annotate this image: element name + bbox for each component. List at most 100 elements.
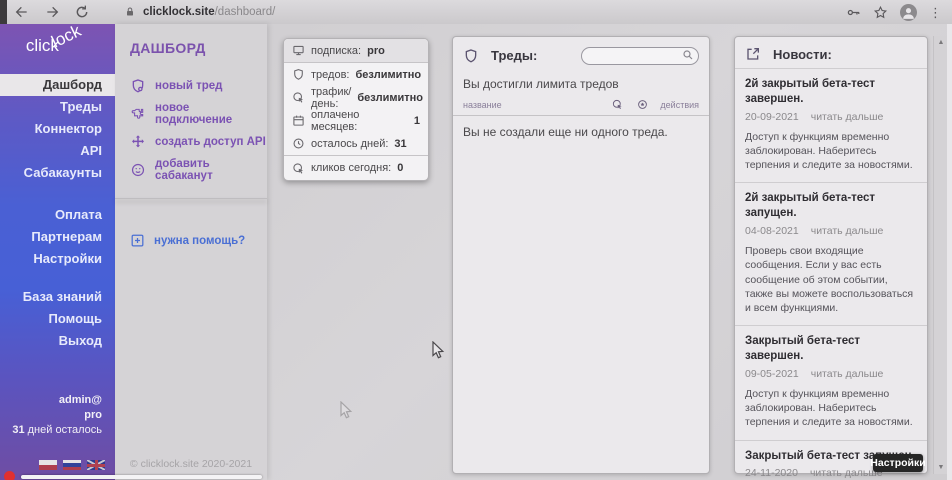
bookmark-star-icon[interactable]	[873, 5, 888, 20]
status-column-icon	[637, 99, 648, 110]
column-name-label: название	[463, 100, 502, 110]
paid-months-value: 1	[414, 115, 420, 127]
external-link-icon	[745, 46, 761, 62]
subscription-label: подписка:	[311, 45, 361, 57]
flag-uk-icon[interactable]	[87, 460, 105, 470]
browser-menu-icon[interactable]: ⋮	[929, 6, 942, 19]
news-item-body: Доступ к функциям временно заблокирован.…	[745, 130, 917, 173]
calendar-icon	[292, 114, 305, 127]
mouse-cursor-ghost	[340, 401, 353, 420]
create-api-access-link[interactable]: создать доступ API	[115, 128, 267, 156]
ssl-lock-icon	[124, 6, 136, 18]
new-thread-label: новый тред	[155, 80, 222, 92]
video-progress-bar	[21, 475, 262, 479]
clicks-today-value: 0	[397, 162, 403, 174]
news-item-body: Доступ к функциям временно заблокирован.…	[745, 387, 917, 430]
sidebar-item-knowledge-base[interactable]: База знаний	[0, 286, 115, 308]
url-host: clicklock.site	[143, 6, 215, 18]
shield-icon	[463, 48, 479, 64]
news-item-title: 2й закрытый бета-тест завершен.	[745, 77, 917, 107]
sidebar-item-api[interactable]: API	[0, 140, 115, 162]
sidebar-item-help[interactable]: Помощь	[0, 308, 115, 330]
search-icon	[682, 49, 694, 61]
subscription-card: подписка: pro тредов: безлимитно трафик/…	[283, 38, 429, 181]
paid-months-row: оплачено месяцев: 1	[284, 109, 428, 132]
days-left-row: осталось дней: 31	[284, 132, 428, 155]
threads-limit-label: тредов:	[311, 69, 349, 81]
account-plan: pro	[84, 409, 102, 421]
profile-avatar-icon[interactable]	[900, 4, 917, 21]
recording-indicator	[4, 471, 15, 480]
sidebar-item-logout[interactable]: Выход	[0, 330, 115, 352]
sidebar-item-dashboard[interactable]: Дашборд	[0, 74, 115, 96]
sidebar-item-payment[interactable]: Оплата	[0, 204, 115, 226]
news-item-date: 09-05-2021	[745, 368, 799, 380]
traffic-value: безлимитно	[357, 92, 423, 104]
app-window: clicklock.site/dashboard/ ⋮ clicklock Да…	[0, 0, 952, 480]
mouse-cursor	[432, 341, 445, 360]
password-key-icon[interactable]	[846, 5, 861, 20]
threads-table-header: название действия	[453, 95, 709, 116]
address-bar[interactable]: clicklock.site/dashboard/	[124, 6, 275, 18]
language-switcher	[39, 460, 105, 470]
news-item-date: 24-11-2020	[745, 467, 798, 479]
dashboard-menu-title: ДАШБОРД	[130, 40, 267, 56]
read-more-link[interactable]: читать дальше	[811, 368, 884, 380]
flag-poland-icon[interactable]	[39, 460, 57, 470]
dashboard-menu-panel: ДАШБОРД новый тред новое п	[115, 24, 267, 480]
traffic-row: трафик/день: безлимитно	[284, 86, 428, 109]
settings-button[interactable]: Настройки	[873, 454, 923, 472]
click-icon	[292, 162, 305, 175]
threads-limit-row: тредов: безлимитно	[284, 63, 428, 86]
back-icon[interactable]	[14, 4, 30, 20]
subscription-value: pro	[367, 45, 385, 57]
new-connection-link[interactable]: новое подключение	[115, 100, 267, 128]
sidebar: clicklock Дашборд Треды Коннектор API Са…	[0, 24, 115, 480]
menu-divider	[115, 198, 267, 199]
read-more-link[interactable]: читать дальше	[811, 111, 884, 123]
subscription-header-row: подписка: pro	[284, 39, 428, 63]
account-info: admin@ pro 31 дней осталось	[12, 393, 102, 438]
news-item: 2й закрытый бета-тест запущен. 04-08-202…	[735, 182, 927, 325]
sidebar-item-connector[interactable]: Коннектор	[0, 118, 115, 140]
threads-title: Треды:	[491, 48, 537, 63]
news-title: Новости:	[773, 47, 832, 62]
monitor-icon	[292, 44, 305, 57]
paid-months-label: оплачено месяцев:	[311, 109, 408, 133]
scroll-down-icon[interactable]: ▼	[934, 464, 948, 471]
clicks-today-label: кликов сегодня:	[311, 162, 391, 174]
sidebar-item-threads[interactable]: Треды	[0, 96, 115, 118]
sidebar-item-partners[interactable]: Партнерам	[0, 226, 115, 248]
news-item-date: 20-09-2021	[745, 111, 799, 123]
read-more-link[interactable]: читать дальше	[810, 467, 883, 479]
puzzle-icon	[130, 106, 146, 122]
clock-icon	[292, 137, 305, 150]
column-actions-label: действия	[660, 100, 699, 110]
days-left-value: 31	[394, 138, 406, 150]
news-item: Закрытый бета-тест завершен. 09-05-2021 …	[735, 325, 927, 439]
add-subaccount-link[interactable]: добавить сабаканут	[115, 156, 267, 184]
forward-icon[interactable]	[44, 4, 60, 20]
days-left-label: осталось дней:	[311, 138, 388, 150]
scroll-up-icon[interactable]: ▲	[934, 39, 948, 46]
flag-russia-icon[interactable]	[63, 460, 81, 470]
account-days-num: 31	[12, 424, 24, 436]
copyright-text: © clicklock.site 2020-2021	[115, 458, 267, 470]
click-icon	[292, 91, 305, 104]
logo: clicklock	[0, 36, 115, 66]
clicks-column-icon	[612, 99, 623, 110]
news-panel: Новости: 2й закрытый бета-тест завершен.…	[734, 36, 928, 474]
shield-plus-icon	[130, 78, 146, 94]
new-thread-link[interactable]: новый тред	[115, 72, 267, 100]
move-arrows-icon	[130, 134, 146, 150]
traffic-label: трафик/день:	[311, 86, 351, 110]
sidebar-item-subaccounts[interactable]: Сабакаунты	[0, 162, 115, 184]
need-help-link[interactable]: нужна помощь?	[130, 233, 267, 248]
refresh-icon[interactable]	[74, 4, 90, 20]
page-scrollbar[interactable]: ▲ ▼	[933, 36, 947, 474]
read-more-link[interactable]: читать дальше	[811, 225, 884, 237]
threads-limit-value: безлимитно	[355, 69, 421, 81]
shield-icon	[292, 68, 305, 81]
sidebar-item-settings[interactable]: Настройки	[0, 248, 115, 270]
account-days-text: дней осталось	[25, 424, 102, 436]
